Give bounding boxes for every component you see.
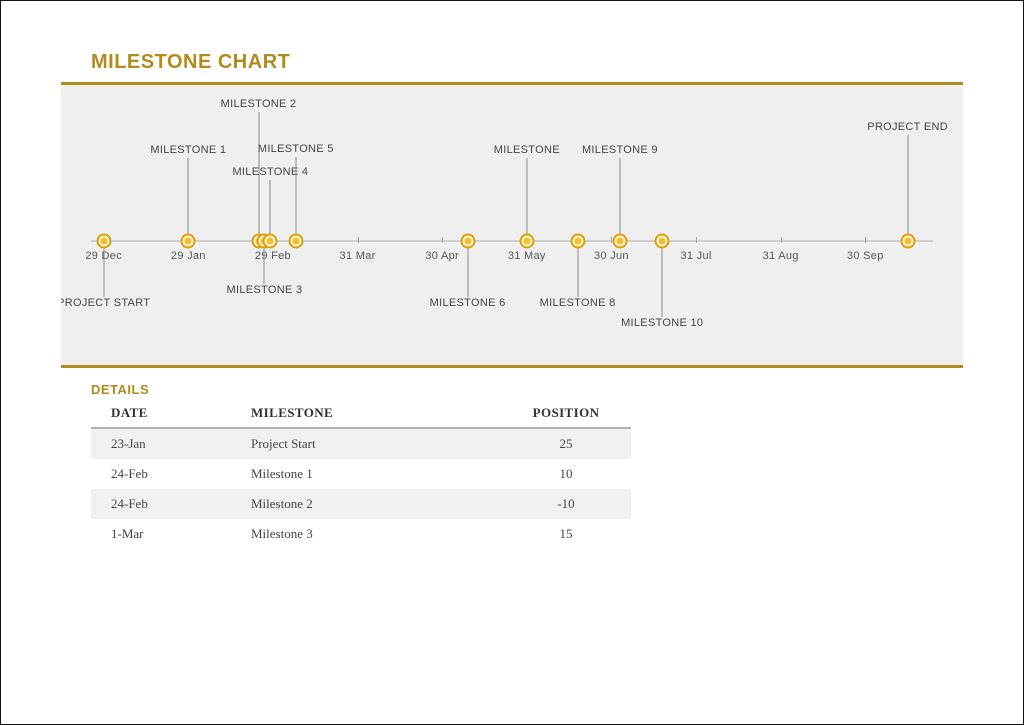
page: MILESTONE CHART 29 Dec29 Jan29 Feb31 Mar…: [0, 0, 1024, 725]
table-row: 24-FebMilestone 2-10: [91, 489, 631, 519]
table-header-row: DATE MILESTONE POSITION: [91, 401, 631, 428]
cell-milestone: Milestone 3: [231, 519, 491, 549]
axis-tick-label: 31 Aug: [763, 250, 799, 262]
table-row: 24-FebMilestone 110: [91, 459, 631, 489]
milestone-label: MILESTONE 8: [540, 297, 616, 309]
axis-tick: [781, 237, 782, 243]
cell-position: 10: [491, 459, 631, 489]
milestone-stem: [526, 158, 527, 240]
milestone-stem: [270, 180, 271, 240]
milestone-chart: 29 Dec29 Jan29 Feb31 Mar30 Apr31 May30 J…: [61, 85, 963, 365]
page-title: MILESTONE CHART: [91, 51, 933, 74]
axis-tick: [358, 237, 359, 243]
milestone-marker: [460, 234, 475, 249]
milestone-label: MILESTONE 1: [150, 144, 226, 156]
details-table: DATE MILESTONE POSITION 23-JanProject St…: [91, 401, 631, 549]
milestone-stem: [619, 158, 620, 240]
milestone-stem: [103, 242, 104, 297]
cell-milestone: Milestone 1: [231, 459, 491, 489]
milestone-label: PROJECT START: [61, 297, 150, 309]
milestone-marker: [570, 234, 585, 249]
cell-date: 24-Feb: [91, 489, 231, 519]
milestone-marker: [900, 234, 915, 249]
axis-tick-label: 30 Jun: [594, 250, 629, 262]
table-row: 1-MarMilestone 315: [91, 519, 631, 549]
col-position: POSITION: [491, 401, 631, 428]
milestone-stem: [662, 242, 663, 317]
axis-tick-label: 31 Mar: [340, 250, 376, 262]
milestone-label: PROJECT END: [867, 121, 948, 133]
cell-date: 23-Jan: [91, 428, 231, 459]
axis-tick-label: 31 May: [508, 250, 546, 262]
axis-tick: [865, 237, 866, 243]
milestone-stem: [467, 242, 468, 297]
milestone-label: MILESTONE 6: [430, 297, 506, 309]
axis-tick-label: 30 Sep: [847, 250, 884, 262]
milestone-label: MILESTONE 2: [221, 98, 297, 110]
milestone-marker: [263, 234, 278, 249]
cell-date: 1-Mar: [91, 519, 231, 549]
cell-milestone: Milestone 2: [231, 489, 491, 519]
milestone-label: MILESTONE 9: [582, 144, 658, 156]
milestone-marker: [612, 234, 627, 249]
col-milestone: MILESTONE: [231, 401, 491, 428]
cell-position: 25: [491, 428, 631, 459]
milestone-stem: [188, 158, 189, 240]
axis-line: [91, 240, 933, 242]
col-date: DATE: [91, 401, 231, 428]
axis-tick: [442, 237, 443, 243]
axis-tick: [696, 237, 697, 243]
milestone-marker: [519, 234, 534, 249]
milestone-marker: [288, 234, 303, 249]
axis-tick-label: 30 Apr: [425, 250, 459, 262]
milestone-marker: [96, 234, 111, 249]
milestone-label: MILESTONE 10: [621, 317, 703, 329]
milestone-stem: [577, 242, 578, 297]
cell-position: -10: [491, 489, 631, 519]
table-row: 23-JanProject Start25: [91, 428, 631, 459]
cell-date: 24-Feb: [91, 459, 231, 489]
milestone-marker: [181, 234, 196, 249]
milestone-label: MILESTONE 3: [227, 284, 303, 296]
axis-tick-label: 29 Feb: [255, 250, 291, 262]
axis-tick-label: 31 Jul: [680, 250, 711, 262]
milestone-stem: [295, 157, 296, 240]
cell-position: 15: [491, 519, 631, 549]
milestone-label: MILESTONE 4: [232, 166, 308, 178]
milestone-marker: [655, 234, 670, 249]
milestone-label: MILESTONE: [494, 144, 560, 156]
axis-tick-label: 29 Jan: [171, 250, 206, 262]
cell-milestone: Project Start: [231, 428, 491, 459]
milestone-stem: [907, 135, 908, 240]
title-area: MILESTONE CHART: [61, 51, 963, 82]
milestone-label: MILESTONE 5: [258, 143, 334, 155]
details-heading: DETAILS: [61, 368, 963, 401]
